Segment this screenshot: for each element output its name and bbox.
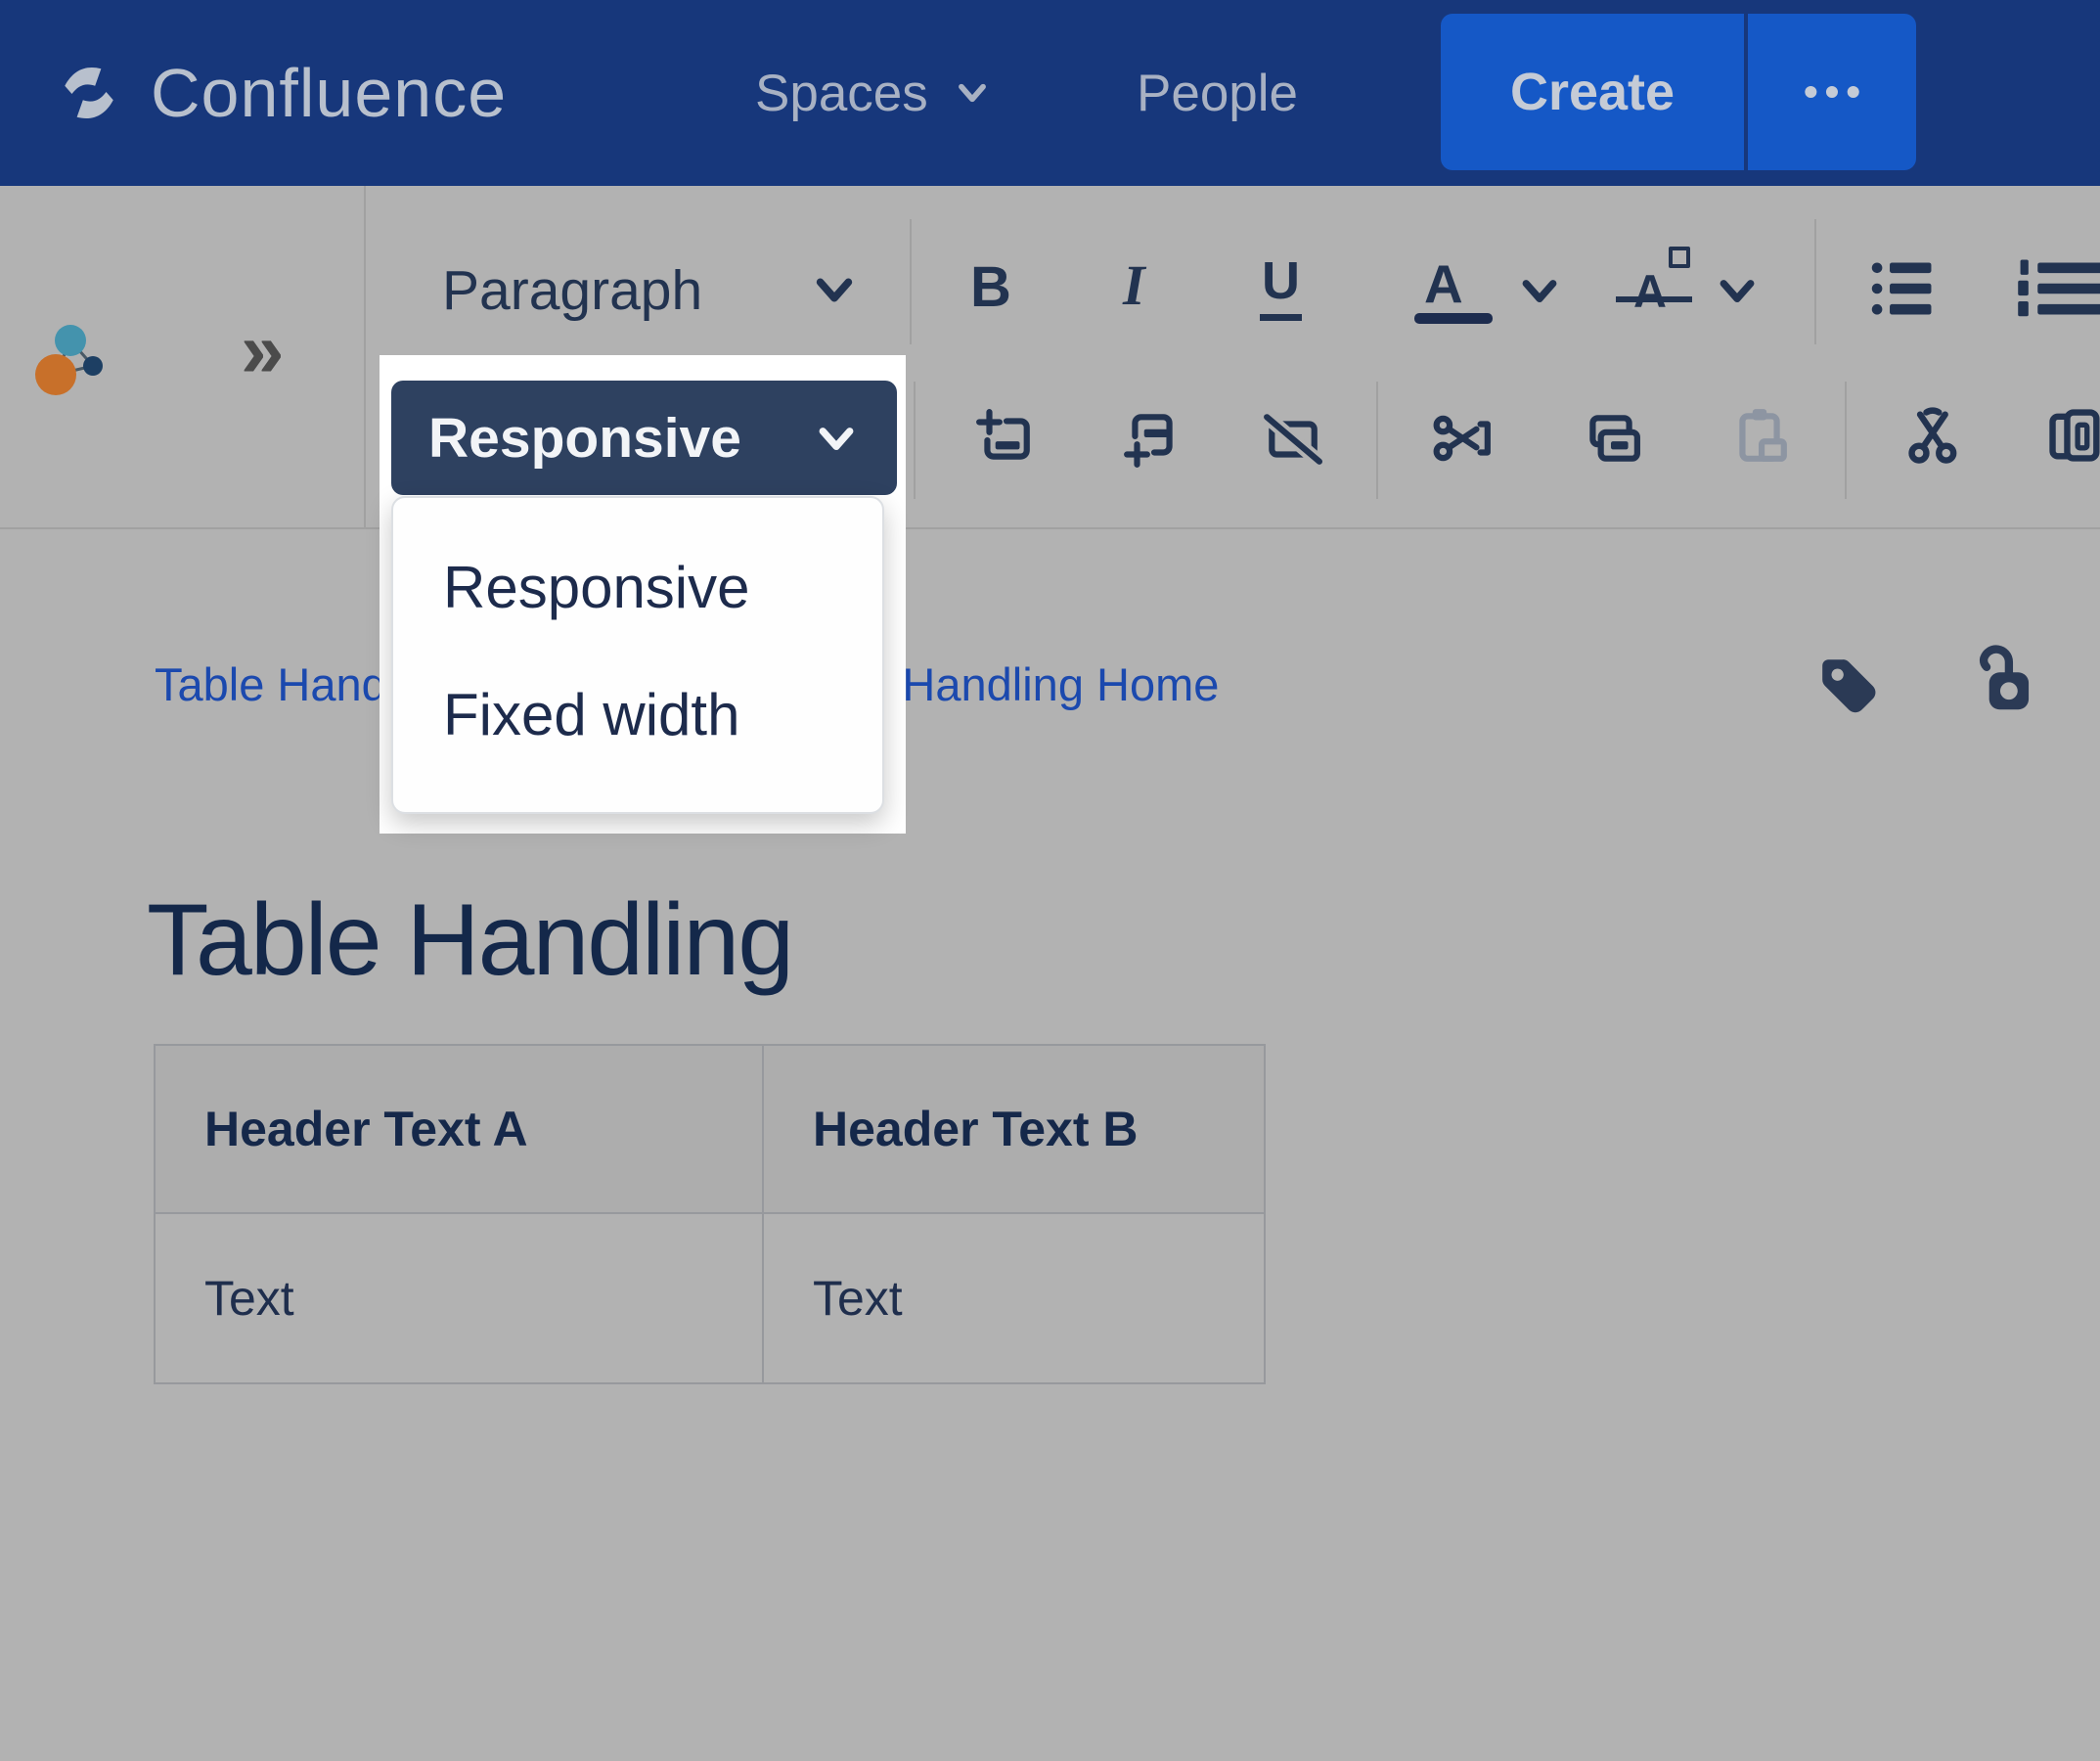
table-layout-label: Responsive [428,406,741,471]
space-avatar-icon[interactable] [35,319,113,397]
delete-table-icon[interactable] [1262,408,1322,469]
more-formatting-icon[interactable]: A [1633,264,1667,318]
nav-spaces-label: Spaces [755,64,928,123]
content-table: Header Text A Header Text B Text Text [154,1044,1266,1384]
menu-item-fixed-width[interactable]: Fixed width [443,681,739,748]
confluence-logo-icon [57,61,121,125]
bullet-list-icon[interactable] [1870,256,1935,321]
chevron-down-icon[interactable] [1716,270,1759,313]
confluence-home-link[interactable]: Confluence [57,0,507,186]
table-cell-b[interactable]: Text [763,1213,1265,1383]
sidebar-divider [364,186,366,527]
text-color-bar [1414,313,1493,324]
create-more-actions-button[interactable]: ••• [1748,14,1916,170]
double-chevron-right-icon[interactable]: » [241,311,285,389]
toolbar-divider [914,382,916,499]
create-button-group: Create ••• [1441,14,1916,170]
table-cell-a[interactable]: Text [155,1213,763,1383]
toolbar-divider [1814,219,1816,344]
table-header-row: Header Text A Header Text B [155,1045,1265,1213]
paragraph-style-dropdown[interactable]: Paragraph [442,258,702,323]
numbered-list-icon[interactable] [2017,256,2100,321]
copy-row-icon[interactable] [1581,408,1641,469]
tag-icon[interactable] [1816,654,1881,718]
italic-icon[interactable]: I [1123,252,1145,318]
bold-icon[interactable]: B [970,254,1011,320]
ellipsis-icon: ••• [1797,68,1867,115]
create-button[interactable]: Create [1441,14,1744,170]
more-formatting-superscript-box [1669,247,1690,268]
toolbar-divider [910,219,912,344]
chevron-down-icon [954,74,991,112]
text-color-icon[interactable]: A [1424,252,1463,315]
table-row: Text Text [155,1213,1265,1383]
nav-people-label: People [1137,64,1298,123]
chevron-down-icon[interactable] [812,268,857,313]
top-navbar: Confluence Spaces People Create ••• [0,0,2100,186]
toolbar-bottom-divider [0,527,2100,529]
copy-icon[interactable] [2044,404,2100,467]
nav-spaces-menu[interactable]: Spaces [755,0,991,186]
more-formatting-strike [1616,296,1692,302]
cut-row-icon[interactable] [1432,408,1493,469]
confluence-wordmark: Confluence [151,54,507,132]
table-layout-dropdown-button[interactable]: Responsive [391,381,897,495]
chevron-down-icon [815,418,858,461]
chevron-down-icon[interactable] [1518,270,1561,313]
confluence-editor-screen: Confluence Spaces People Create ••• [0,0,2100,1761]
toolbar-divider [1376,382,1378,499]
add-column-icon[interactable] [974,408,1035,469]
underline-icon[interactable]: U [1260,250,1302,321]
toolbar-divider [1845,382,1847,499]
paste-icon[interactable] [1729,404,1790,465]
page-title: Table Handling [147,882,792,999]
table-layout-dropdown-menu [391,496,884,814]
table-header-cell-a[interactable]: Header Text A [155,1045,763,1213]
cut-icon[interactable] [1903,404,1966,467]
menu-item-responsive[interactable]: Responsive [443,554,750,621]
nav-people-link[interactable]: People [1137,0,1298,186]
table-header-cell-b[interactable]: Header Text B [763,1045,1265,1213]
add-row-icon[interactable] [1122,408,1183,469]
unlock-icon[interactable] [1960,640,2034,714]
